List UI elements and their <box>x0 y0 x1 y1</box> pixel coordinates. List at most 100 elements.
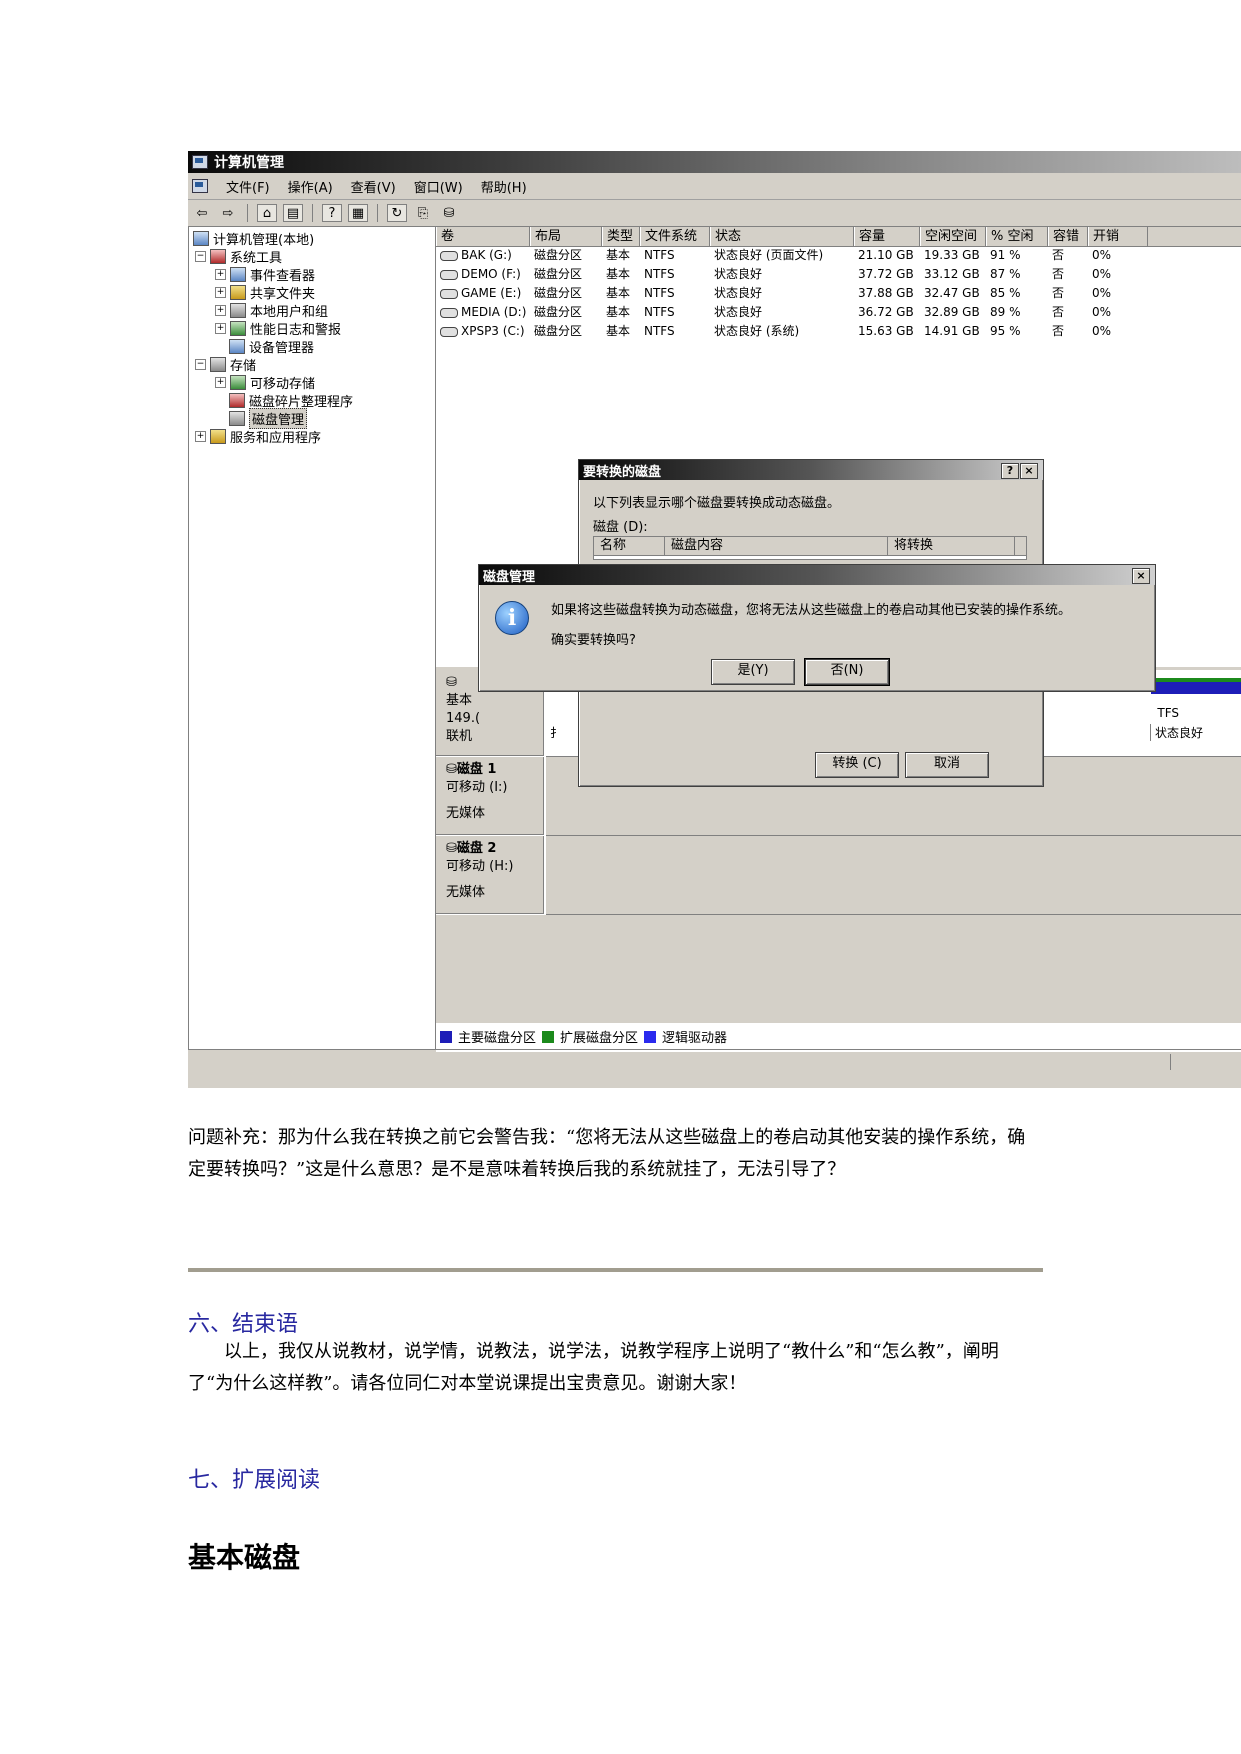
collapse-icon[interactable]: − <box>195 250 206 262</box>
disk-icon: ⛁ <box>446 675 457 690</box>
app-menu-icon[interactable] <box>192 179 208 193</box>
tree-item-system-tools[interactable]: − 系统工具 <box>195 247 282 266</box>
empty-area <box>436 915 1241 1023</box>
up-folder-icon[interactable]: ⌂ <box>257 204 277 222</box>
menu-view[interactable]: 查看(V) <box>351 177 396 196</box>
disk-icon[interactable]: ⛁ <box>439 204 459 222</box>
users-icon <box>230 302 246 318</box>
no-button[interactable]: 否(N) <box>804 658 890 686</box>
refresh-icon[interactable]: ↻ <box>387 204 407 222</box>
storage-icon <box>210 356 226 372</box>
expand-icon[interactable]: + <box>215 376 226 388</box>
col-name[interactable]: 名称 <box>594 537 665 555</box>
menu-action[interactable]: 操作(A) <box>288 177 333 196</box>
confirm-dialog-titlebar[interactable]: 磁盘管理 <box>479 565 1155 585</box>
tree-item-event-viewer[interactable]: + 事件查看器 <box>215 265 315 284</box>
back-arrow-icon[interactable]: ⇦ <box>192 204 212 222</box>
col-free-space[interactable]: 空闲空间 <box>920 227 986 246</box>
col-overhead[interactable]: 开销 <box>1088 227 1148 246</box>
export-icon[interactable]: ⎘ <box>413 204 433 222</box>
title-bar[interactable]: 计算机管理 <box>188 151 1241 173</box>
performance-icon <box>230 320 246 336</box>
question-paragraph: 问题补充：那为什么我在转换之前它会警告我：“您将无法从这些磁盘上的卷启动其他安装… <box>188 1127 1026 1180</box>
disk-2-area <box>546 836 1241 915</box>
forward-arrow-icon[interactable]: ⇨ <box>218 204 238 222</box>
expand-icon[interactable]: + <box>195 430 206 442</box>
volume-icon <box>440 326 458 337</box>
table-row[interactable]: MEDIA (D:) 磁盘分区 基本 NTFS 状态良好 36.72 GB 32… <box>436 303 1241 322</box>
status-bar-cell <box>1170 1054 1241 1070</box>
removable-disk-icon: ⛁ <box>446 762 457 777</box>
help-button[interactable]: ? <box>1001 463 1019 479</box>
table-row[interactable]: BAK (G:) 磁盘分区 基本 NTFS 状态良好 (页面文件) 21.10 … <box>436 246 1241 265</box>
toolbar-separator <box>247 204 248 222</box>
horizontal-divider <box>188 1268 1043 1272</box>
collapse-icon[interactable]: − <box>195 358 206 370</box>
toolbar-separator <box>312 204 313 222</box>
section-heading-6: 六、结束语 <box>188 1312 299 1337</box>
tree-item-local-users[interactable]: + 本地用户和组 <box>215 301 328 320</box>
tree-item-services[interactable]: + 服务和应用程序 <box>195 427 321 446</box>
tools-icon <box>210 248 226 264</box>
toolbar-separator <box>377 204 378 222</box>
tree-item-removable-storage[interactable]: + 可移动存储 <box>215 373 315 392</box>
legend-extended-swatch <box>542 1030 555 1043</box>
section-heading-7: 七、扩展阅读 <box>188 1468 321 1493</box>
volume-icon <box>440 288 458 299</box>
tree-item-disk-management[interactable]: 磁盘管理 <box>229 407 308 429</box>
col-fault-tolerance[interactable]: 容错 <box>1048 227 1088 246</box>
menu-bar: 文件(F) 操作(A) 查看(V) 窗口(W) 帮助(H) <box>188 173 1241 200</box>
menu-file[interactable]: 文件(F) <box>226 177 270 196</box>
disk-list[interactable]: 名称 磁盘内容 将转换 <box>593 536 1027 560</box>
basic-disk-heading: 基本磁盘 <box>188 1541 301 1574</box>
col-layout[interactable]: 布局 <box>530 227 602 246</box>
menu-window[interactable]: 窗口(W) <box>414 177 463 196</box>
help-icon[interactable]: ? <box>322 204 342 222</box>
shared-folder-icon <box>230 284 246 300</box>
expand-icon[interactable]: + <box>215 268 226 280</box>
defrag-icon <box>229 392 245 408</box>
close-button[interactable]: × <box>1132 568 1150 584</box>
properties-icon[interactable]: ▦ <box>348 204 368 222</box>
disk-1-label[interactable]: ⛁磁盘 1 可移动 (I:) 无媒体 <box>436 757 544 835</box>
disk-2-label[interactable]: ⛁磁盘 2 可移动 (H:) 无媒体 <box>436 836 544 914</box>
toolbar: ⇦ ⇨ ⌂ ▤ ? ▦ ↻ ⎘ ⛁ <box>188 200 1241 227</box>
convert-dialog-titlebar[interactable]: 要转换的磁盘 <box>579 460 1043 480</box>
legend-logical-swatch <box>644 1030 657 1043</box>
tree-item-device-manager[interactable]: 设备管理器 <box>229 337 314 356</box>
show-tree-icon[interactable]: ▤ <box>283 204 303 222</box>
legend-primary-swatch <box>440 1030 452 1043</box>
volume-table-header: 卷 布局 类型 文件系统 状态 容量 空闲空间 % 空闲 容错 开销 <box>436 227 1241 247</box>
col-status[interactable]: 状态 <box>710 227 854 246</box>
table-row[interactable]: XPSP3 (C:) 磁盘分区 基本 NTFS 状态良好 (系统) 15.63 … <box>436 322 1241 341</box>
convert-button[interactable]: 转换 (C) <box>815 752 899 778</box>
tree-item-performance-logs[interactable]: + 性能日志和警报 <box>215 319 341 338</box>
disk-management-confirm-dialog: 磁盘管理 × i 如果将这些磁盘转换为动态磁盘，您将无法从这些磁盘上的卷启动其他… <box>478 564 1156 692</box>
tree-item-defragmenter[interactable]: 磁盘碎片整理程序 <box>229 391 353 410</box>
yes-button[interactable]: 是(Y) <box>711 659 795 685</box>
tree-item-computer-management[interactable]: 计算机管理(本地) <box>193 229 314 248</box>
col-filesystem[interactable]: 文件系统 <box>640 227 710 246</box>
col-capacity[interactable]: 容量 <box>854 227 920 246</box>
col-percent-free[interactable]: % 空闲 <box>986 227 1048 246</box>
col-type[interactable]: 类型 <box>602 227 640 246</box>
close-button[interactable]: × <box>1020 463 1038 479</box>
col-disk-content[interactable]: 磁盘内容 <box>665 537 888 555</box>
volume-icon <box>440 250 458 261</box>
computer-icon <box>193 230 209 246</box>
cancel-button[interactable]: 取消 <box>905 752 989 778</box>
col-volume[interactable]: 卷 <box>436 227 530 246</box>
col-will-convert[interactable]: 将转换 <box>888 537 1015 555</box>
expand-icon[interactable]: + <box>215 304 226 316</box>
expand-icon[interactable]: + <box>215 286 226 298</box>
table-row[interactable]: GAME (E:) 磁盘分区 基本 NTFS 状态良好 37.88 GB 32.… <box>436 284 1241 303</box>
table-row[interactable]: DEMO (F:) 磁盘分区 基本 NTFS 状态良好 37.72 GB 33.… <box>436 265 1241 284</box>
volume-icon <box>440 307 458 318</box>
menu-help[interactable]: 帮助(H) <box>481 177 527 196</box>
disk-management-icon <box>229 410 245 426</box>
removable-disk-icon: ⛁ <box>446 841 457 856</box>
tree-item-shared-folders[interactable]: + 共享文件夹 <box>215 283 315 302</box>
tree-item-storage[interactable]: − 存储 <box>195 355 256 374</box>
event-viewer-icon <box>230 266 246 282</box>
expand-icon[interactable]: + <box>215 322 226 334</box>
